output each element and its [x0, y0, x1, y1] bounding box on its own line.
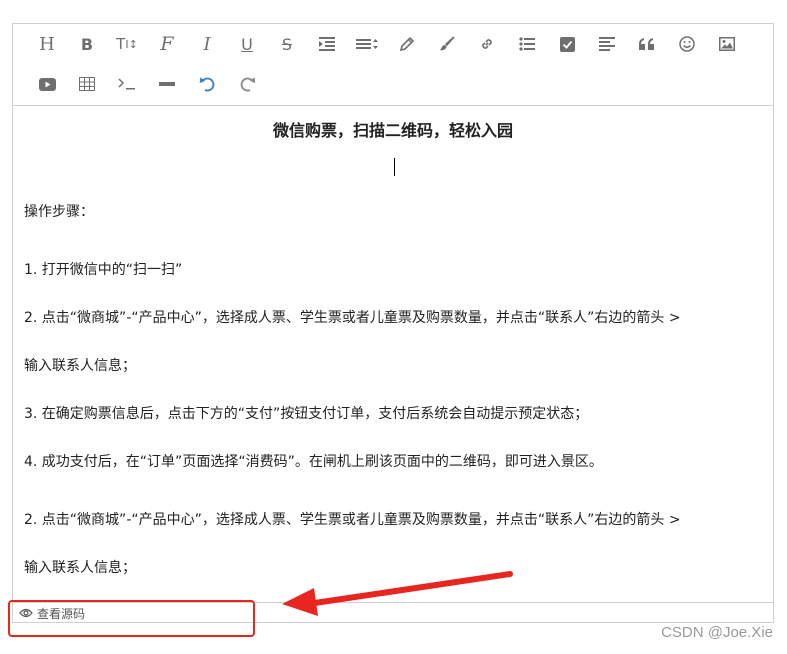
content-line: 1. 打开微信中的“扫一扫”	[24, 262, 183, 278]
redo-icon[interactable]	[227, 70, 267, 98]
editor-toolbar: H B T I ↕ F I U S	[13, 24, 773, 106]
list-icon[interactable]	[507, 30, 547, 58]
toolbar-row-2	[27, 70, 267, 98]
toolbar-row-1: H B T I ↕ F I U S	[27, 30, 747, 58]
underline-icon[interactable]: U	[227, 30, 267, 58]
emoji-icon[interactable]	[667, 30, 707, 58]
image-icon[interactable]	[707, 30, 747, 58]
divider-icon[interactable]	[147, 70, 187, 98]
indent-icon[interactable]	[307, 30, 347, 58]
page: H B T I ↕ F I U S 微信购票，扫描二维码，轻松入园 操作步骤： …	[0, 0, 787, 654]
content-line: 输入联系人信息；	[24, 358, 136, 374]
annotation-arrow-icon	[282, 571, 513, 616]
watermark: CSDN @Joe.Xie	[661, 624, 773, 641]
heading-icon[interactable]: H	[27, 30, 67, 58]
content-line: 2. 点击“微商城”-“产品中心”，选择成人票、学生票或者儿童票及购票数量，并点…	[24, 512, 681, 528]
content-line: 输入联系人信息；	[24, 560, 136, 576]
italic-icon[interactable]: I	[187, 30, 227, 58]
bold-icon[interactable]: B	[67, 30, 107, 58]
link-icon[interactable]	[467, 30, 507, 58]
content-line: 2. 点击“微商城”-“产品中心”，选择成人票、学生票或者儿童票及购票数量，并点…	[24, 310, 681, 326]
content-title: 微信购票，扫描二维码，轻松入园	[272, 121, 513, 140]
code-icon[interactable]	[107, 70, 147, 98]
align-icon[interactable]	[587, 30, 627, 58]
undo-icon[interactable]	[187, 70, 227, 98]
brush-icon[interactable]	[427, 30, 467, 58]
table-icon[interactable]	[67, 70, 107, 98]
pen-icon[interactable]	[387, 30, 427, 58]
strikethrough-icon[interactable]: S	[267, 30, 307, 58]
content-line: 3. 在确定购票信息后，点击下方的“支付”按钮支付订单，支付后系统会自动提示预定…	[24, 406, 589, 422]
quote-icon[interactable]	[627, 30, 667, 58]
text-caret	[394, 158, 395, 176]
checkbox-icon[interactable]	[547, 30, 587, 58]
line-height-icon[interactable]	[347, 30, 387, 58]
content-line: 4. 成功支付后，在“订单”页面选择“消费码”。在闸机上刷该页面中的二维码，即可…	[24, 454, 603, 470]
font-size-icon[interactable]: T I ↕	[107, 30, 147, 58]
annotation-highlight-box	[8, 600, 255, 637]
editor-content[interactable]: 微信购票，扫描二维码，轻松入园 操作步骤： 1. 打开微信中的“扫一扫” 2. …	[13, 106, 773, 604]
font-family-icon[interactable]: F	[147, 30, 187, 58]
video-icon[interactable]	[27, 70, 67, 98]
steps-heading: 操作步骤：	[24, 204, 94, 220]
rich-text-editor: H B T I ↕ F I U S 微信购票，扫描二维码，轻松入园 操作步骤： …	[12, 23, 774, 623]
